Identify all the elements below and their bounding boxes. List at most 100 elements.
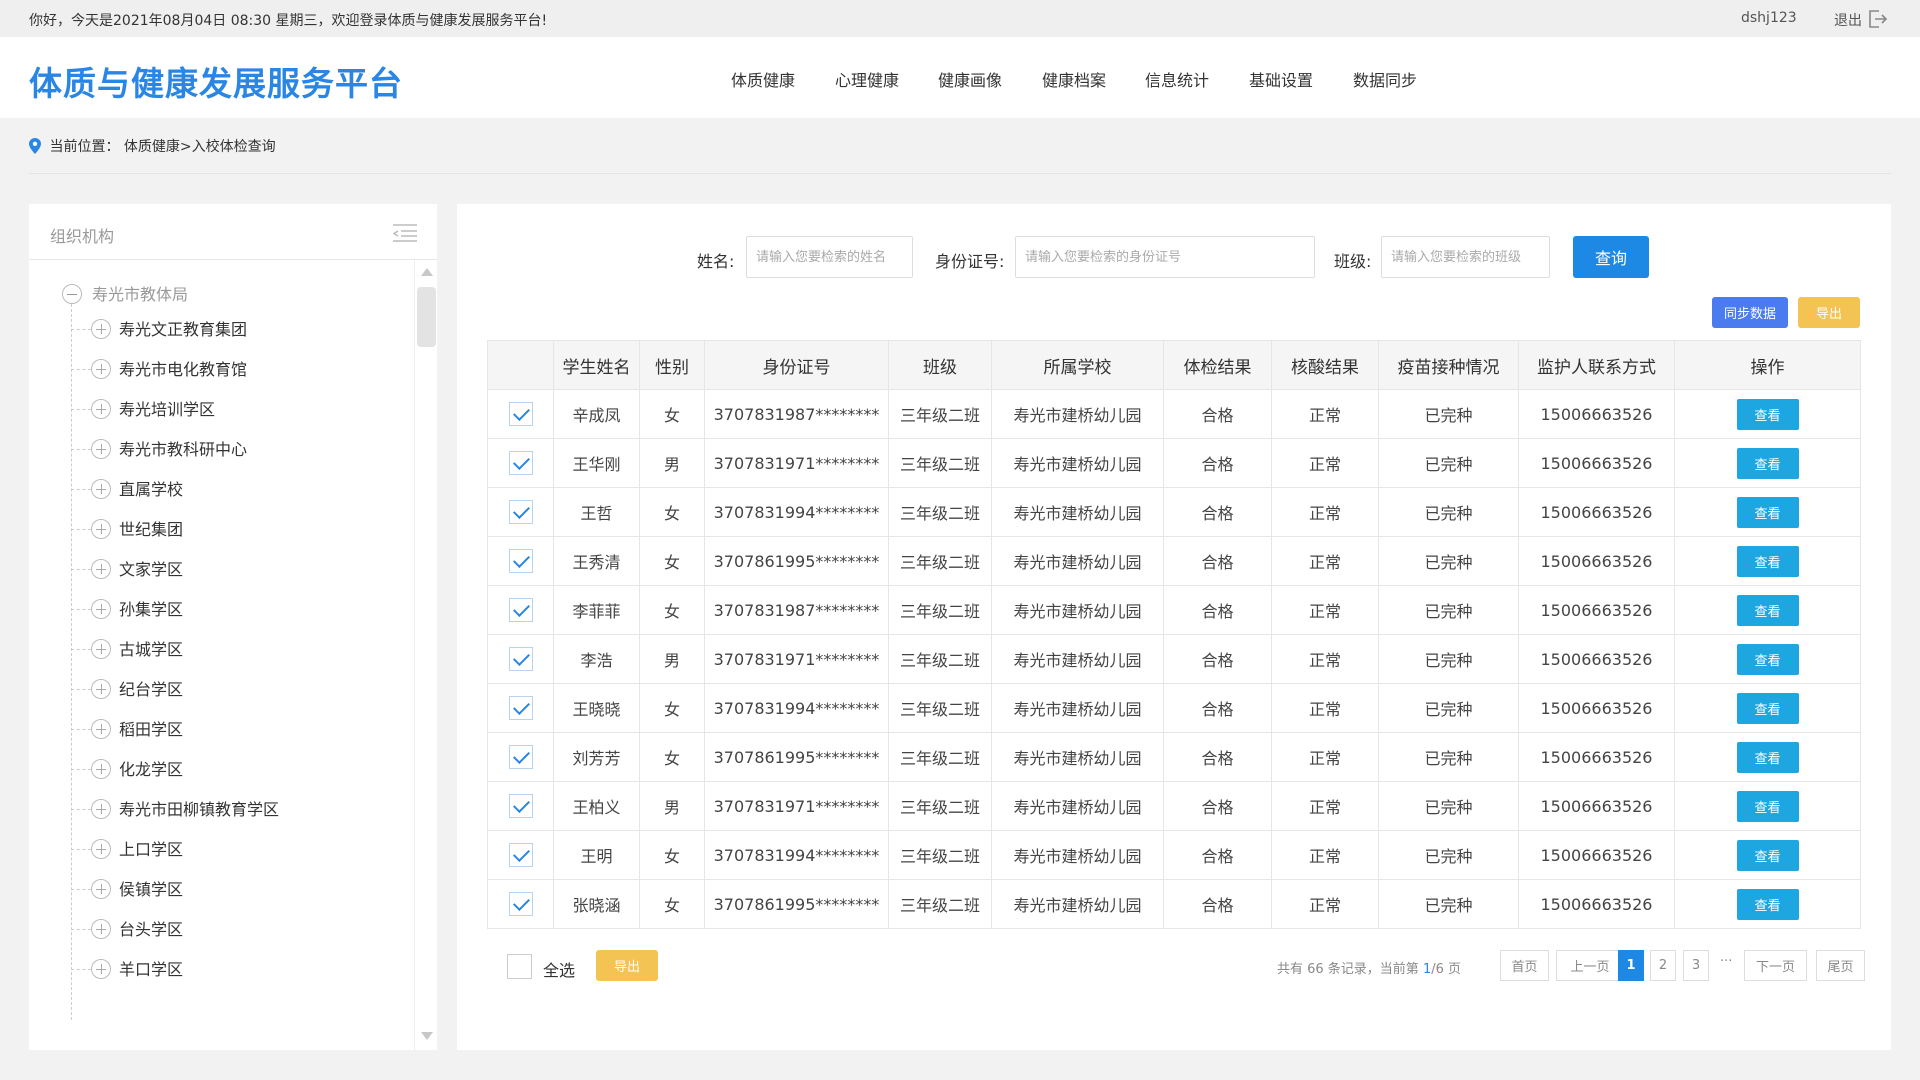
- expand-icon[interactable]: [91, 439, 111, 459]
- tree-item[interactable]: 台头学区: [71, 916, 183, 940]
- row-checkbox[interactable]: [508, 647, 533, 671]
- expand-icon[interactable]: [91, 359, 111, 379]
- row-checkbox[interactable]: [508, 794, 533, 818]
- row-checkbox[interactable]: [508, 402, 533, 426]
- view-button[interactable]: 查看: [1736, 496, 1799, 528]
- table-cell: 合格: [1163, 585, 1272, 635]
- nav-item-mental-health[interactable]: 心理健康: [835, 67, 899, 91]
- tree-scrollbar[interactable]: [414, 260, 437, 1050]
- username[interactable]: dshj123: [1741, 10, 1797, 26]
- expand-icon[interactable]: [91, 959, 111, 979]
- expand-icon[interactable]: [91, 479, 111, 499]
- collapse-icon[interactable]: [62, 284, 82, 304]
- row-checkbox[interactable]: [508, 892, 533, 916]
- tree-item[interactable]: 寿光市田柳镇教育学区: [71, 796, 279, 820]
- name-input[interactable]: [746, 236, 913, 278]
- view-button[interactable]: 查看: [1736, 545, 1799, 577]
- scroll-up-icon[interactable]: [421, 268, 433, 276]
- expand-icon[interactable]: [91, 839, 111, 859]
- expand-icon[interactable]: [91, 559, 111, 579]
- expand-icon[interactable]: [91, 519, 111, 539]
- view-button[interactable]: 查看: [1736, 594, 1799, 626]
- last-page-button[interactable]: 尾页: [1816, 950, 1865, 981]
- sync-data-button[interactable]: 同步数据: [1712, 297, 1788, 328]
- expand-icon[interactable]: [91, 679, 111, 699]
- col-header: 学生姓名: [553, 340, 640, 390]
- row-checkbox[interactable]: [508, 843, 533, 867]
- table-cell: 正常: [1271, 879, 1379, 929]
- view-button[interactable]: 查看: [1736, 790, 1799, 822]
- page-button-2[interactable]: 2: [1650, 950, 1676, 981]
- org-panel-header: 组织机构: [29, 204, 437, 260]
- first-page-button[interactable]: 首页: [1500, 950, 1549, 981]
- id-input[interactable]: [1015, 236, 1315, 278]
- expand-icon[interactable]: [91, 639, 111, 659]
- list-menu-icon[interactable]: [392, 222, 418, 244]
- divider: [29, 173, 1891, 174]
- row-checkbox[interactable]: [508, 696, 533, 720]
- tree-item[interactable]: 孙集学区: [71, 596, 183, 620]
- view-button[interactable]: 查看: [1736, 741, 1799, 773]
- tree-item[interactable]: 寿光市电化教育馆: [71, 356, 247, 380]
- nav-item-settings[interactable]: 基础设置: [1249, 67, 1313, 91]
- breadcrumb: 当前位置： 体质健康>入校体检查询: [29, 136, 276, 156]
- tree-item[interactable]: 稻田学区: [71, 716, 183, 740]
- expand-icon[interactable]: [91, 879, 111, 899]
- expand-icon[interactable]: [91, 919, 111, 939]
- view-button[interactable]: 查看: [1736, 447, 1799, 479]
- table-cell: 已完种: [1378, 487, 1519, 537]
- scroll-thumb[interactable]: [417, 287, 436, 347]
- prev-page-button[interactable]: 上一页: [1556, 950, 1624, 981]
- export-button-top[interactable]: 导出: [1798, 297, 1860, 328]
- view-button[interactable]: 查看: [1736, 398, 1799, 430]
- tree-item[interactable]: 侯镇学区: [71, 876, 183, 900]
- row-checkbox[interactable]: [508, 500, 533, 524]
- tree-item[interactable]: 文家学区: [71, 556, 183, 580]
- row-checkbox[interactable]: [508, 549, 533, 573]
- select-all-label[interactable]: 全选: [543, 957, 575, 981]
- tree-item[interactable]: 纪台学区: [71, 676, 183, 700]
- scroll-down-icon[interactable]: [421, 1032, 433, 1040]
- nav-item-data-sync[interactable]: 数据同步: [1353, 67, 1417, 91]
- table-cell: 女: [639, 732, 705, 782]
- tree-item[interactable]: 古城学区: [71, 636, 183, 660]
- table-footer: 全选 导出 共有 66 条记录，当前第 1/6 页 首页 上一页 1 2 3 ·…: [457, 950, 1891, 982]
- nav-item-health-portrait[interactable]: 健康画像: [938, 67, 1002, 91]
- next-page-button[interactable]: 下一页: [1744, 950, 1807, 981]
- expand-icon[interactable]: [91, 399, 111, 419]
- view-button[interactable]: 查看: [1736, 839, 1799, 871]
- tree-item[interactable]: 寿光培训学区: [71, 396, 215, 420]
- export-button-bottom[interactable]: 导出: [596, 950, 658, 981]
- expand-icon[interactable]: [91, 719, 111, 739]
- select-all-checkbox[interactable]: [507, 954, 532, 979]
- expand-icon[interactable]: [91, 799, 111, 819]
- tree-root[interactable]: 寿光市教体局: [62, 281, 188, 305]
- logout-link[interactable]: 退出: [1834, 10, 1862, 30]
- row-checkbox-cell: [487, 830, 554, 880]
- nav-item-health-records[interactable]: 健康档案: [1042, 67, 1106, 91]
- tree-item[interactable]: 世纪集团: [71, 516, 183, 540]
- expand-icon[interactable]: [91, 759, 111, 779]
- page-button-3[interactable]: 3: [1683, 950, 1709, 981]
- tree-item[interactable]: 寿光文正教育集团: [71, 316, 247, 340]
- expand-icon[interactable]: [91, 599, 111, 619]
- view-button[interactable]: 查看: [1736, 692, 1799, 724]
- row-checkbox[interactable]: [508, 598, 533, 622]
- row-checkbox[interactable]: [508, 745, 533, 769]
- search-button[interactable]: 查询: [1573, 236, 1649, 278]
- view-button[interactable]: 查看: [1736, 888, 1799, 920]
- tree-item[interactable]: 上口学区: [71, 836, 183, 860]
- nav-item-statistics[interactable]: 信息统计: [1145, 67, 1209, 91]
- class-input[interactable]: [1381, 236, 1550, 278]
- logout-icon[interactable]: [1866, 8, 1888, 30]
- view-button[interactable]: 查看: [1736, 643, 1799, 675]
- tree-item[interactable]: 寿光市教科研中心: [71, 436, 247, 460]
- expand-icon[interactable]: [91, 319, 111, 339]
- tree-item[interactable]: 化龙学区: [71, 756, 183, 780]
- row-checkbox[interactable]: [508, 451, 533, 475]
- table-cell: 正常: [1271, 487, 1379, 537]
- tree-item[interactable]: 羊口学区: [71, 956, 183, 980]
- nav-item-physical-health[interactable]: 体质健康: [731, 67, 795, 91]
- tree-item[interactable]: 直属学校: [71, 476, 183, 500]
- page-button-1[interactable]: 1: [1618, 950, 1644, 981]
